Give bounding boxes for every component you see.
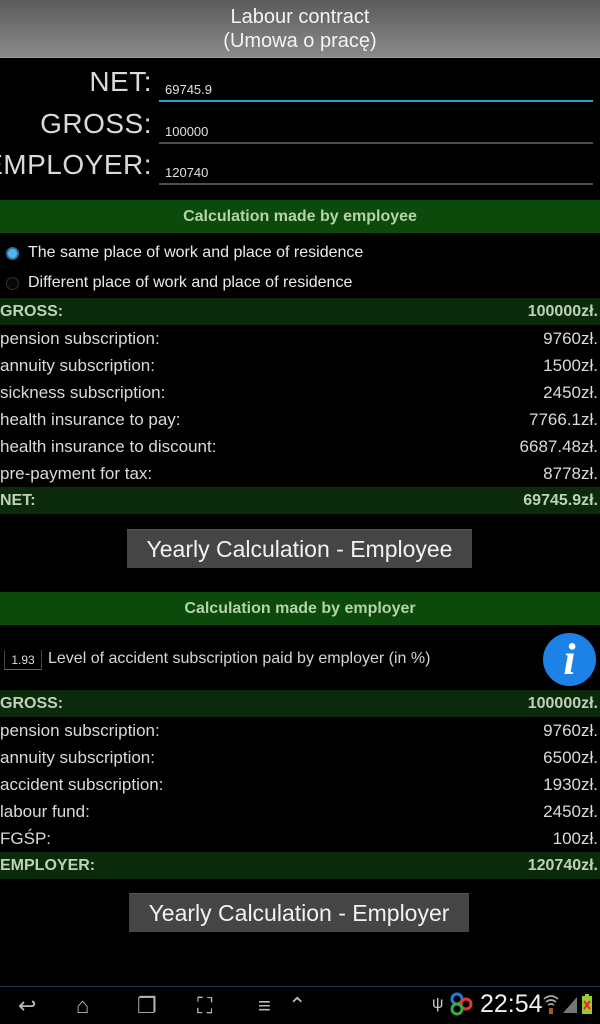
employee-row: annuity subscription: 1500zł. <box>0 352 600 379</box>
chevron-up-icon[interactable]: ⌃ <box>288 993 306 1019</box>
employer-row: accident subscription: 1930zł. <box>0 771 600 798</box>
home-icon[interactable]: ⌂ <box>76 993 89 1019</box>
row-label: labour fund: <box>0 801 90 821</box>
row-label: pension subscription: <box>0 328 160 348</box>
row-label: health insurance to pay: <box>0 409 181 429</box>
row-value: 1500zł. <box>543 355 598 375</box>
radio-label: Different place of work and place of res… <box>28 274 353 291</box>
employee-row: sickness subscription: 2450zł. <box>0 379 600 406</box>
gross-field-row: GROSS: <box>0 104 600 144</box>
row-value: 100000zł. <box>527 694 598 712</box>
row-label: pre-payment for tax: <box>0 463 153 483</box>
wifi-icon <box>543 993 559 1020</box>
employer-input[interactable] <box>159 161 593 185</box>
signal-icon <box>563 997 577 1018</box>
title-bar: Labour contract (Umowa o pracę) <box>0 0 600 58</box>
row-label: pension subscription: <box>0 720 160 740</box>
employer-row: labour fund: 2450zł. <box>0 798 600 825</box>
row-label: annuity subscription: <box>0 355 155 375</box>
system-navigation-bar: ↩ ⌂ ❐ ⛶ ≡ ⌃ ψ 22:54 <box>0 986 600 1024</box>
row-value: 8778zł. <box>543 463 598 483</box>
battery-icon <box>582 994 592 1019</box>
employee-section-header: Calculation made by employee <box>0 200 600 233</box>
row-value: 2450zł. <box>543 801 598 821</box>
title-line-2: (Umowa o pracę) <box>223 30 377 52</box>
yearly-calculation-employer-button[interactable]: Yearly Calculation - Employer <box>129 893 469 932</box>
employee-row: pension subscription: 9760zł. <box>0 325 600 352</box>
employer-row: pension subscription: 9760zł. <box>0 717 600 744</box>
row-value: 120740zł. <box>527 856 598 874</box>
radio-unselected-icon[interactable] <box>6 276 19 290</box>
title-line-1: Labour contract <box>230 6 370 28</box>
employee-net-row: NET: 69745.9zł. <box>0 487 600 514</box>
net-field-row: NET: <box>0 62 600 102</box>
net-input[interactable] <box>159 78 593 102</box>
employee-row: health insurance to pay: 7766.1zł. <box>0 406 600 433</box>
menu-icon[interactable]: ≡ <box>258 993 271 1019</box>
accident-level-input[interactable] <box>4 650 42 670</box>
row-label: health insurance to discount: <box>0 436 217 456</box>
recent-apps-icon[interactable]: ❐ <box>137 993 157 1019</box>
row-value: 7766.1zł. <box>529 409 598 429</box>
row-label: GROSS: <box>0 694 64 712</box>
radio-label: The same place of work and place of resi… <box>28 244 364 261</box>
radio-different-place[interactable]: Different place of work and place of res… <box>0 269 600 297</box>
accident-level-row: Level of accident subscription paid by e… <box>0 630 600 690</box>
employee-row: health insurance to discount: 6687.48zł. <box>0 433 600 460</box>
employer-row: annuity subscription: 6500zł. <box>0 744 600 771</box>
row-label: GROSS: <box>0 302 64 320</box>
row-value: 100000zł. <box>527 302 598 320</box>
yearly-calculation-employee-button[interactable]: Yearly Calculation - Employee <box>127 529 472 568</box>
row-label: EMPLOYER: <box>0 856 96 874</box>
row-label: accident subscription: <box>0 774 164 794</box>
row-value: 6687.48zł. <box>519 436 598 456</box>
screenshot-icon[interactable]: ⛶ <box>197 993 212 1019</box>
gross-input[interactable] <box>159 120 593 144</box>
employee-row: pre-payment for tax: 8778zł. <box>0 460 600 487</box>
employer-field-row: EMPLOYER: <box>0 145 600 185</box>
row-label: FGŚP: <box>0 828 52 848</box>
row-value: 69745.9zł. <box>523 491 598 509</box>
usb-icon: ψ <box>432 995 444 1012</box>
row-label: NET: <box>0 491 36 509</box>
row-value: 9760zł. <box>543 328 598 348</box>
row-label: annuity subscription: <box>0 747 155 767</box>
employer-gross-row: GROSS: 100000zł. <box>0 690 600 717</box>
radio-same-place[interactable]: The same place of work and place of resi… <box>0 239 600 267</box>
row-value: 6500zł. <box>543 747 598 767</box>
app-icon <box>448 991 474 1017</box>
row-value: 1930zł. <box>543 774 598 794</box>
row-value: 9760zł. <box>543 720 598 740</box>
employer-row: FGŚP: 100zł. <box>0 825 600 852</box>
employee-gross-row: GROSS: 100000zł. <box>0 298 600 325</box>
back-icon[interactable]: ↩ <box>18 993 36 1019</box>
accident-level-label: Level of accident subscription paid by e… <box>48 650 431 667</box>
row-value: 2450zł. <box>543 382 598 402</box>
gross-label: GROSS: <box>40 108 152 139</box>
row-value: 100zł. <box>552 828 598 848</box>
employer-label: EMPLOYER: <box>0 149 152 180</box>
net-label: NET: <box>89 66 152 97</box>
employer-total-row: EMPLOYER: 120740zł. <box>0 852 600 879</box>
info-icon[interactable]: i <box>543 633 596 686</box>
employer-section-header: Calculation made by employer <box>0 592 600 625</box>
status-time: 22:54 <box>480 990 543 1018</box>
radio-selected-icon[interactable] <box>6 246 19 260</box>
row-label: sickness subscription: <box>0 382 166 402</box>
